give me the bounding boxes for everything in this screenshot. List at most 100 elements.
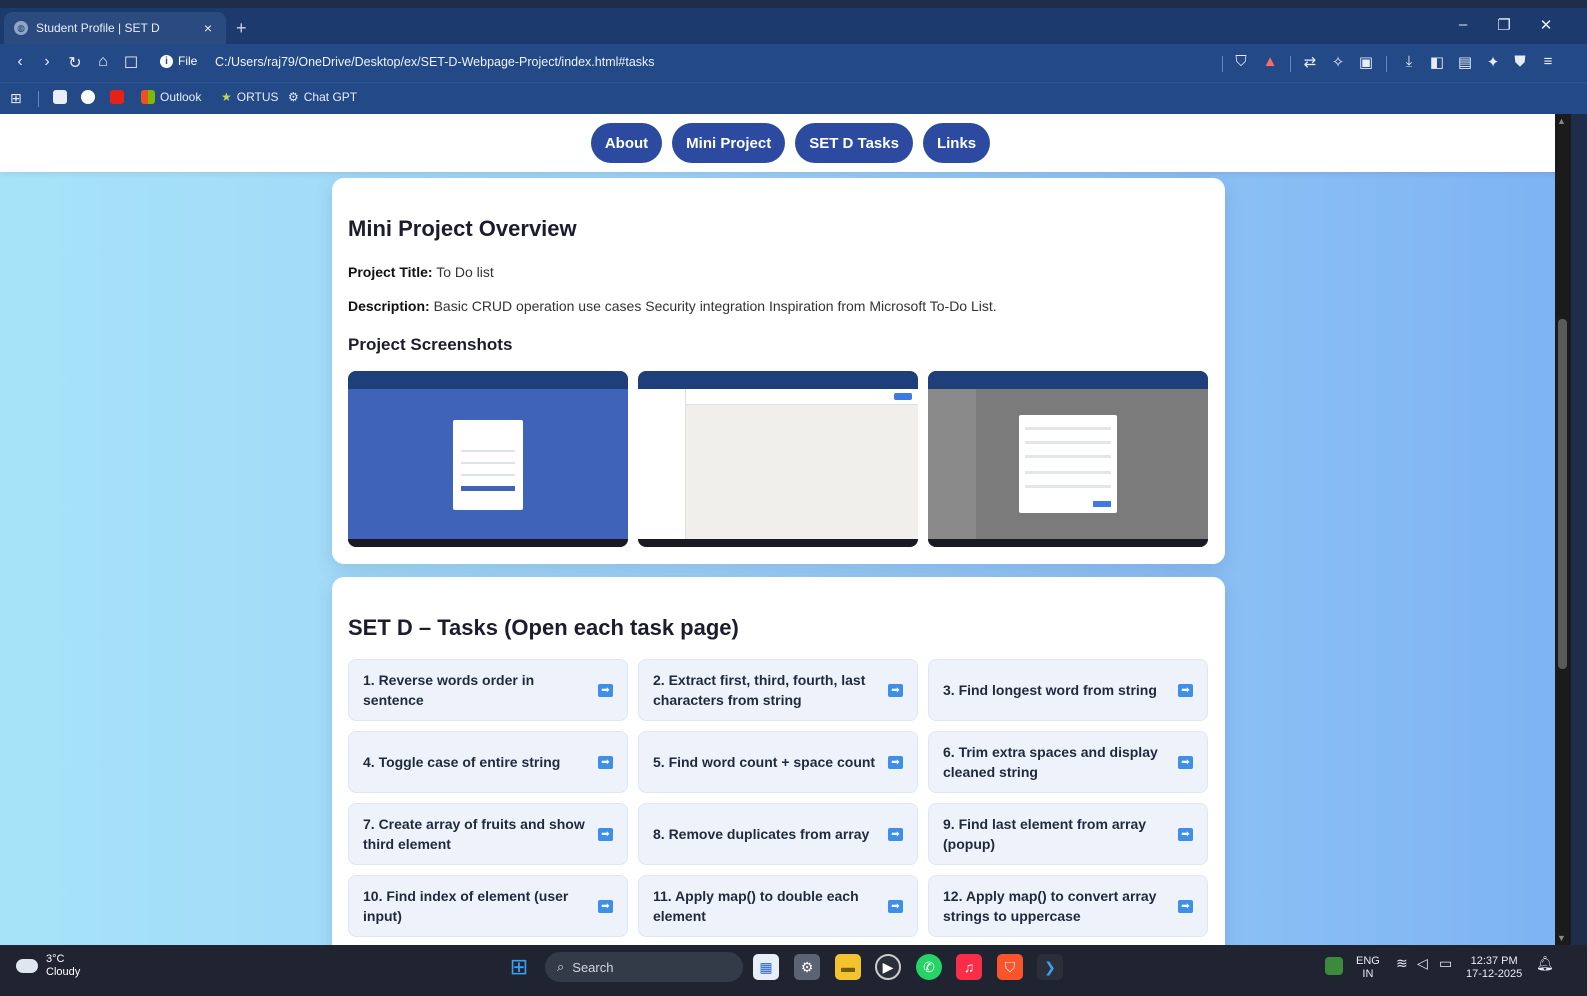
- taskbar-search[interactable]: ⌕ Search: [545, 952, 743, 982]
- file-explorer-icon[interactable]: ▬: [835, 954, 861, 980]
- restore-icon[interactable]: ❐: [1494, 16, 1514, 34]
- notification-icon[interactable]: 🔔︎: [1536, 956, 1554, 970]
- screenshot-gallery: [348, 371, 1208, 547]
- media-player-icon[interactable]: ▶: [875, 954, 901, 980]
- tasks-heading: SET D – Tasks (Open each task page): [348, 615, 739, 640]
- arrow-right-icon: ➡: [888, 755, 903, 769]
- tray-app-icon[interactable]: [1325, 957, 1343, 975]
- shield-icon[interactable]: ⛉: [1230, 53, 1252, 70]
- menu-icon[interactable]: ≡: [1537, 53, 1559, 70]
- screenshot-icon[interactable]: ▣: [1355, 53, 1377, 71]
- translate-icon[interactable]: ⇄: [1299, 53, 1321, 71]
- arrow-right-icon: ➡: [1178, 827, 1193, 841]
- task-link[interactable]: 4. Toggle case of entire string ➡: [348, 731, 628, 793]
- page-viewport: About Mini Project SET D Tasks Links Min…: [0, 114, 1571, 945]
- scroll-up-icon[interactable]: ▲: [1557, 116, 1566, 126]
- google-bookmark-icon[interactable]: [81, 90, 95, 104]
- nav-about[interactable]: About: [590, 123, 663, 163]
- arrow-right-icon: ➡: [888, 683, 903, 697]
- browser-tab[interactable]: ◍ Student Profile | SET D ×: [4, 12, 226, 44]
- calendar-bookmark-icon[interactable]: [53, 90, 67, 104]
- sidebar-icon[interactable]: ◧: [1426, 53, 1448, 71]
- bookmark-chatgpt[interactable]: ⚙ Chat GPT: [288, 90, 357, 104]
- arrow-right-icon: ➡: [598, 827, 613, 841]
- rewards-icon[interactable]: ▲: [1259, 53, 1281, 70]
- divider: [38, 91, 39, 107]
- task-link[interactable]: 10. Find index of element (user input) ➡: [348, 875, 628, 937]
- file-label: File: [178, 54, 198, 68]
- task-grid: 1. Reverse words order in sentence ➡ 2. E…: [348, 659, 1208, 937]
- weather-widget[interactable]: 3°C Cloudy: [16, 953, 80, 979]
- nav-links[interactable]: Links: [922, 123, 991, 163]
- minimize-icon[interactable]: –: [1453, 16, 1473, 33]
- arrow-right-icon: ➡: [888, 899, 903, 913]
- wifi-icon[interactable]: ≋: [1396, 956, 1408, 970]
- address-bar[interactable]: C:/Users/raj79/OneDrive/Desktop/ex/SET-D…: [215, 55, 655, 69]
- search-icon: ⌕: [557, 959, 565, 974]
- task-link[interactable]: 12. Apply map() to convert array strings…: [928, 875, 1208, 937]
- battery-icon[interactable]: ▭: [1439, 956, 1452, 970]
- task-link[interactable]: 5. Find word count + space count ➡: [638, 731, 918, 793]
- divider: [1386, 56, 1387, 72]
- site-header: About Mini Project SET D Tasks Links: [0, 114, 1571, 172]
- mini-project-heading: Mini Project Overview: [348, 216, 577, 241]
- screenshot-empty-tasks[interactable]: [638, 371, 918, 547]
- cloud-icon: [16, 959, 38, 973]
- forward-icon[interactable]: ›: [33, 53, 61, 71]
- bookmark-outlook[interactable]: Outlook: [141, 90, 201, 104]
- screenshot-login[interactable]: [348, 371, 628, 547]
- task-link[interactable]: 6. Trim extra spaces and display cleaned…: [928, 731, 1208, 793]
- nav-mini-project[interactable]: Mini Project: [672, 123, 786, 163]
- task-link[interactable]: 9. Find last element from array (popup) ➡: [928, 803, 1208, 865]
- language-indicator[interactable]: ENG IN: [1356, 955, 1380, 981]
- wallet-icon[interactable]: ▤: [1454, 53, 1476, 71]
- scroll-down-icon[interactable]: ▼: [1557, 933, 1566, 943]
- scroll-thumb[interactable]: [1558, 319, 1567, 669]
- info-icon: i: [160, 54, 173, 68]
- bookmark-icon[interactable]: ☐: [117, 53, 145, 73]
- task-link[interactable]: 3. Find longest word from string ➡: [928, 659, 1208, 721]
- divider: [1222, 56, 1223, 72]
- project-title: Project Title: To Do list: [348, 264, 494, 280]
- arrow-right-icon: ➡: [598, 755, 613, 769]
- new-tab-icon[interactable]: +: [236, 18, 247, 39]
- reload-icon[interactable]: ↻: [61, 53, 89, 73]
- site-info[interactable]: i File: [160, 54, 197, 68]
- arrow-right-icon: ➡: [1178, 899, 1193, 913]
- arrow-right-icon: ➡: [598, 899, 613, 913]
- tab-close-icon[interactable]: ×: [200, 20, 216, 36]
- task-link[interactable]: 8. Remove duplicates from array ➡: [638, 803, 918, 865]
- home-icon[interactable]: ⌂: [89, 53, 117, 71]
- windows-start-icon[interactable]: ⊞: [506, 954, 532, 980]
- music-icon[interactable]: ♫: [956, 954, 982, 980]
- chatgpt-icon: ⚙: [288, 90, 299, 104]
- settings-icon[interactable]: ⚙: [794, 954, 820, 980]
- task-link[interactable]: 2. Extract first, third, fourth, last ch…: [638, 659, 918, 721]
- clock[interactable]: 12:37 PM 17-12-2025: [1466, 955, 1522, 981]
- window-close-icon[interactable]: ✕: [1536, 16, 1556, 34]
- back-icon[interactable]: ‹: [6, 53, 34, 71]
- leo-icon[interactable]: ✦: [1482, 53, 1504, 71]
- windows-taskbar: 3°C Cloudy ⊞ ⌕ Search ▦ ⚙ ▬ ▶ ✆ ♫ ⛉ ❯ EN…: [0, 945, 1587, 996]
- download-icon[interactable]: ⤓: [1398, 53, 1420, 70]
- task-link[interactable]: 11. Apply map() to double each element ➡: [638, 875, 918, 937]
- screenshot-new-task-modal[interactable]: [928, 371, 1208, 547]
- volume-icon[interactable]: ◁: [1417, 956, 1428, 970]
- apps-grid-icon[interactable]: ⊞: [10, 90, 22, 107]
- youtube-bookmark-icon[interactable]: [110, 90, 124, 104]
- store-icon[interactable]: ▦: [753, 954, 779, 980]
- nav-set-d-tasks[interactable]: SET D Tasks: [795, 123, 913, 163]
- page-scrollbar[interactable]: ▲ ▼: [1555, 114, 1571, 945]
- vpn-icon[interactable]: ⛊: [1509, 53, 1531, 70]
- task-link[interactable]: 1. Reverse words order in sentence ➡: [348, 659, 628, 721]
- arrow-right-icon: ➡: [1178, 755, 1193, 769]
- weather-condition: Cloudy: [46, 966, 81, 978]
- mini-project-card: Mini Project Overview Project Title: To …: [332, 178, 1225, 564]
- extensions-icon[interactable]: ✧: [1327, 53, 1349, 71]
- whatsapp-icon[interactable]: ✆: [916, 954, 942, 980]
- project-description: Description: Basic CRUD operation use ca…: [348, 298, 997, 314]
- vscode-icon[interactable]: ❯: [1037, 954, 1063, 980]
- brave-icon[interactable]: ⛉: [997, 954, 1023, 980]
- task-link[interactable]: 7. Create array of fruits and show third…: [348, 803, 628, 865]
- bookmark-ortus[interactable]: ★ ORTUS: [221, 90, 279, 104]
